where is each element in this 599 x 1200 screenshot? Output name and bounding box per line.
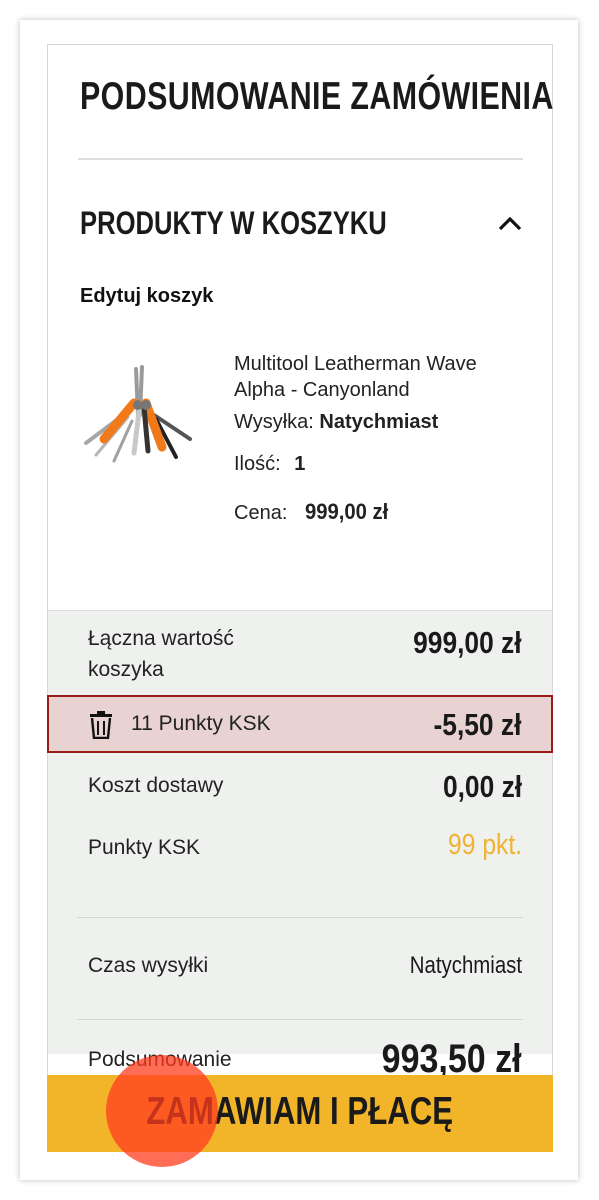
chevron-up-icon[interactable] [497,213,523,233]
touch-indicator [106,1055,218,1167]
trash-icon[interactable] [89,711,113,739]
totals-section: Łączna wartość koszyka 999,00 zł 11 Punk… [47,610,553,1081]
discount-label: 11 Punkty KSK [131,712,271,735]
points-value: 99 pkt. [447,829,522,861]
product-name[interactable]: Multitool Leatherman Wave Alpha - Canyon… [234,351,524,403]
points-label: Punkty KSK [88,836,201,859]
cart-value-wrapper: 999,00 zł [394,625,522,661]
discount-value-wrapper: -5,50 zł [418,707,521,743]
shipping-value: Natychmiast [319,411,439,433]
shipping-time-wrapper: Natychmiast [390,952,522,980]
cart-value: 999,00 zł [413,625,522,660]
shipping-info: Wysyłka: Natychmiast [234,411,438,434]
quantity-value: 1 [294,453,306,475]
quantity-label: Ilość: [234,453,281,475]
price-label: Cena: [234,502,288,524]
price-value: 999,00 zł [304,499,389,524]
separator [77,917,523,918]
product-image [84,365,192,463]
cart-value-label: Łączna wartość koszyka [88,627,234,681]
cart-section-heading: PRODUKTY W KOSZYKU [80,205,387,241]
shipping-time-value: Natychmiast [409,952,522,979]
title-divider [78,158,523,160]
delivery-label: Koszt dostawy [88,774,224,797]
page-title: PODSUMOWANIE ZAMÓWIENIA [80,75,554,118]
discount-value: -5,50 zł [433,707,521,742]
quantity-info: Ilość: 1 [234,453,305,476]
discount-row: 11 Punkty KSK -5,50 zł [47,695,553,753]
delivery-value: 0,00 zł [442,769,522,804]
edit-cart-link[interactable]: Edytuj koszyk [80,285,213,308]
shipping-time-label: Czas wysyłki [88,954,209,977]
delivery-value-wrapper: 0,00 zł [429,769,522,805]
separator [77,1019,523,1020]
shipping-label: Wysyłka: [234,411,314,433]
order-summary-card: PODSUMOWANIE ZAMÓWIENIA PRODUKTY W KOSZY… [47,44,553,1152]
price-info: Cena: 999,00 zł [234,499,395,525]
points-value-wrapper: 99 pkt. [435,829,522,862]
